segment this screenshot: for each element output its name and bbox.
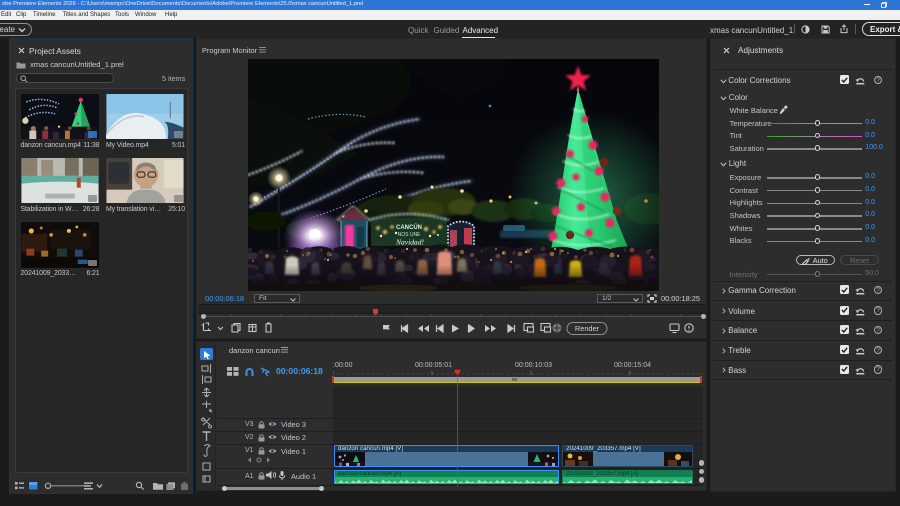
svg-text:Render: Render	[575, 324, 600, 333]
svg-text:Navidad!: Navidad!	[395, 238, 424, 247]
svg-text:CANCÚN: CANCÚN	[396, 224, 422, 231]
